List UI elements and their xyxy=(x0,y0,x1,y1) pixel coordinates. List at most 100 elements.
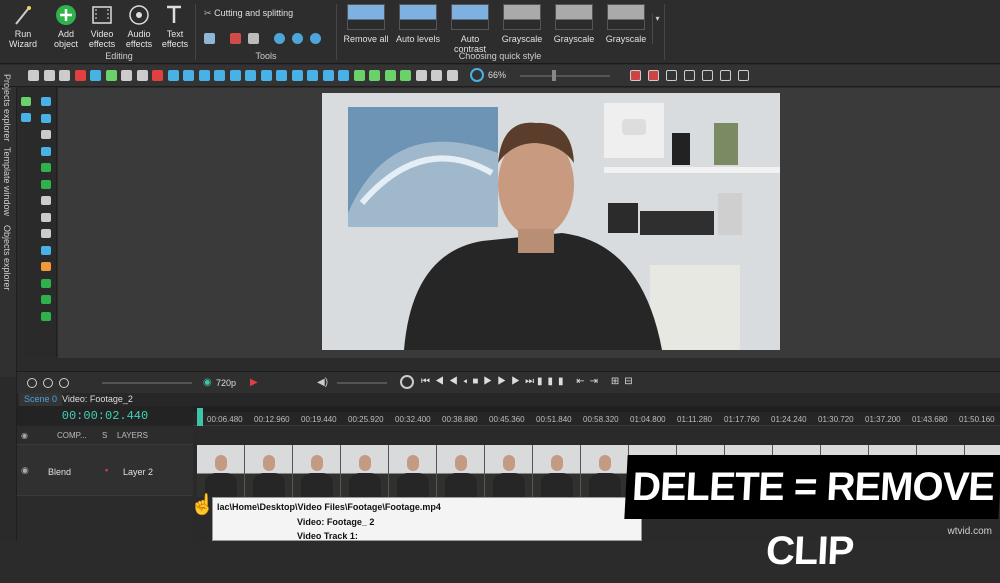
playback-controls[interactable]: ⏮◀◀◂■▶▶▶⏭ xyxy=(421,376,539,387)
toolbar-button-icon[interactable] xyxy=(121,70,132,81)
toolbar-button-icon[interactable] xyxy=(307,70,318,81)
tab-scene-0[interactable]: Scene 0 xyxy=(19,393,63,406)
grid-option-icon[interactable] xyxy=(738,70,749,81)
grid-option-icon[interactable] xyxy=(666,70,677,81)
tool-icon[interactable] xyxy=(41,262,51,271)
quick-style-1[interactable]: Auto levels xyxy=(394,4,442,48)
toolbar-button-icon[interactable] xyxy=(369,70,380,81)
volume-slider[interactable] xyxy=(337,382,387,384)
tool-icon[interactable] xyxy=(41,212,51,222)
zoom-in-icon[interactable] xyxy=(27,378,37,388)
record-icon[interactable]: ▶ xyxy=(250,377,258,388)
toolbar-button-icon[interactable] xyxy=(229,70,241,81)
toolbar-button-icon[interactable] xyxy=(74,70,86,81)
tool-icon[interactable] xyxy=(41,163,51,172)
toolbar-button-icon[interactable] xyxy=(400,70,411,81)
zoom-slider[interactable] xyxy=(520,75,610,77)
quick-style-3[interactable]: Grayscale xyxy=(498,4,546,48)
tool-icon[interactable] xyxy=(41,196,51,205)
quick-style-5[interactable]: Grayscale xyxy=(602,4,650,48)
toolbar-button-icon[interactable] xyxy=(183,70,194,81)
marker-controls[interactable]: ▮▮▮ ⇤⇥ ⊞⊟ xyxy=(537,376,638,387)
grid-option-icon[interactable] xyxy=(630,70,641,81)
zoom-fit-icon[interactable] xyxy=(470,68,484,82)
grid-option-icon[interactable] xyxy=(720,70,731,81)
playhead[interactable] xyxy=(197,408,203,426)
tool-icon[interactable] xyxy=(41,179,51,189)
toolbar-button-icon[interactable] xyxy=(152,70,163,81)
eye-icon[interactable]: ◉ xyxy=(203,377,212,388)
tool-icon[interactable] xyxy=(41,146,51,156)
tool-icon[interactable] xyxy=(41,278,51,288)
crop-icon[interactable] xyxy=(248,33,259,44)
tool-icon[interactable] xyxy=(21,97,31,106)
toolbar-button-icon[interactable] xyxy=(291,70,303,81)
toolbar-button-icon[interactable] xyxy=(59,70,70,81)
time-ruler[interactable]: 00:06.480 00:12.960 00:19.440 00:25.920 00:3… xyxy=(193,406,1000,426)
layer-row[interactable]: ◉ Blend ▪ Layer 2 xyxy=(17,444,193,496)
toolbar-button-icon[interactable] xyxy=(276,70,287,81)
tool-icon[interactable] xyxy=(41,97,51,106)
tooltip-track: Video Track 1: xyxy=(297,531,358,541)
grid-option-icon[interactable] xyxy=(648,70,659,81)
speed-icon[interactable] xyxy=(310,33,321,44)
toolbar-button-icon[interactable] xyxy=(446,70,458,81)
toolbar-button-icon[interactable] xyxy=(415,70,427,81)
stabilize-icon[interactable] xyxy=(292,33,303,44)
cutting-splitting-button[interactable]: ✂ Cutting and splitting xyxy=(204,8,293,19)
toolbar-button-icon[interactable] xyxy=(43,70,55,81)
toolbar-button-icon[interactable] xyxy=(198,70,210,81)
grid-option-icon[interactable] xyxy=(684,70,695,81)
layer-name[interactable]: Layer 2 xyxy=(123,467,153,477)
tab-objects-explorer[interactable]: Objects explorer xyxy=(2,225,12,295)
zoom-level[interactable]: 66% xyxy=(488,70,506,80)
toolbar-button-icon[interactable] xyxy=(431,70,442,81)
tab-projects-explorer[interactable]: Projects explorer xyxy=(2,74,12,144)
toolbar-button-icon[interactable] xyxy=(90,70,101,81)
run-wizard-button[interactable]: Run Wizard xyxy=(2,2,44,50)
zoom-slider-thumb[interactable] xyxy=(552,70,556,81)
quick-style-2[interactable]: Auto contrast xyxy=(446,4,494,54)
toolbar-button-icon[interactable] xyxy=(28,70,39,81)
toolbar-button-icon[interactable] xyxy=(260,70,272,81)
trim-icon[interactable] xyxy=(230,33,241,44)
clock-icon[interactable] xyxy=(400,375,414,389)
toolbar-button-icon[interactable] xyxy=(353,70,365,81)
gallery-scroll[interactable]: ▾ xyxy=(652,14,662,44)
toolbar-button-icon[interactable] xyxy=(136,70,148,81)
toolbar-button-icon[interactable] xyxy=(105,70,117,81)
text-effects-button[interactable]: Text effects xyxy=(154,2,196,50)
blend-mode[interactable]: Blend xyxy=(48,467,71,477)
scissors-icon[interactable] xyxy=(204,33,215,44)
zoom-out-icon[interactable] xyxy=(43,378,53,388)
tool-icon[interactable] xyxy=(41,295,51,304)
video-preview[interactable] xyxy=(322,93,780,350)
tool-icon[interactable] xyxy=(41,245,51,255)
timeline-zoom-slider[interactable] xyxy=(102,382,192,384)
toolbar-button-icon[interactable] xyxy=(384,70,396,81)
video-effects-button[interactable]: Video effects xyxy=(81,2,123,50)
toolbar-button-icon[interactable] xyxy=(245,70,256,81)
tool-icon[interactable] xyxy=(21,113,31,122)
tool-icon[interactable] xyxy=(41,229,51,238)
grid-option-icon[interactable] xyxy=(702,70,713,81)
toolbar-button-icon[interactable] xyxy=(167,70,179,81)
tool-icon[interactable] xyxy=(41,130,51,139)
preview-resolution[interactable]: 720p xyxy=(216,378,236,388)
tool-icon[interactable] xyxy=(41,311,51,321)
eye-icon[interactable]: ◉ xyxy=(21,465,29,476)
toolbar-button-icon[interactable] xyxy=(322,70,334,81)
toolbar-button-icon[interactable] xyxy=(214,70,225,81)
rotate-icon[interactable] xyxy=(274,33,285,44)
tool-icon[interactable] xyxy=(41,113,51,123)
tools-group-label: Tools xyxy=(255,51,277,61)
toolbar-button-icon[interactable] xyxy=(338,70,349,81)
ruler-scroll[interactable] xyxy=(193,406,1000,412)
film-fx-icon xyxy=(92,6,112,24)
zoom-fit-timeline-icon[interactable] xyxy=(59,378,69,388)
tab-template-window[interactable]: Template window xyxy=(2,147,12,221)
tab-video-footage[interactable]: Video: Footage_2 xyxy=(57,393,138,406)
quick-style-4[interactable]: Grayscale xyxy=(550,4,598,48)
quick-style-0[interactable]: Remove all xyxy=(342,4,390,48)
volume-icon[interactable]: ◀) xyxy=(317,377,328,388)
